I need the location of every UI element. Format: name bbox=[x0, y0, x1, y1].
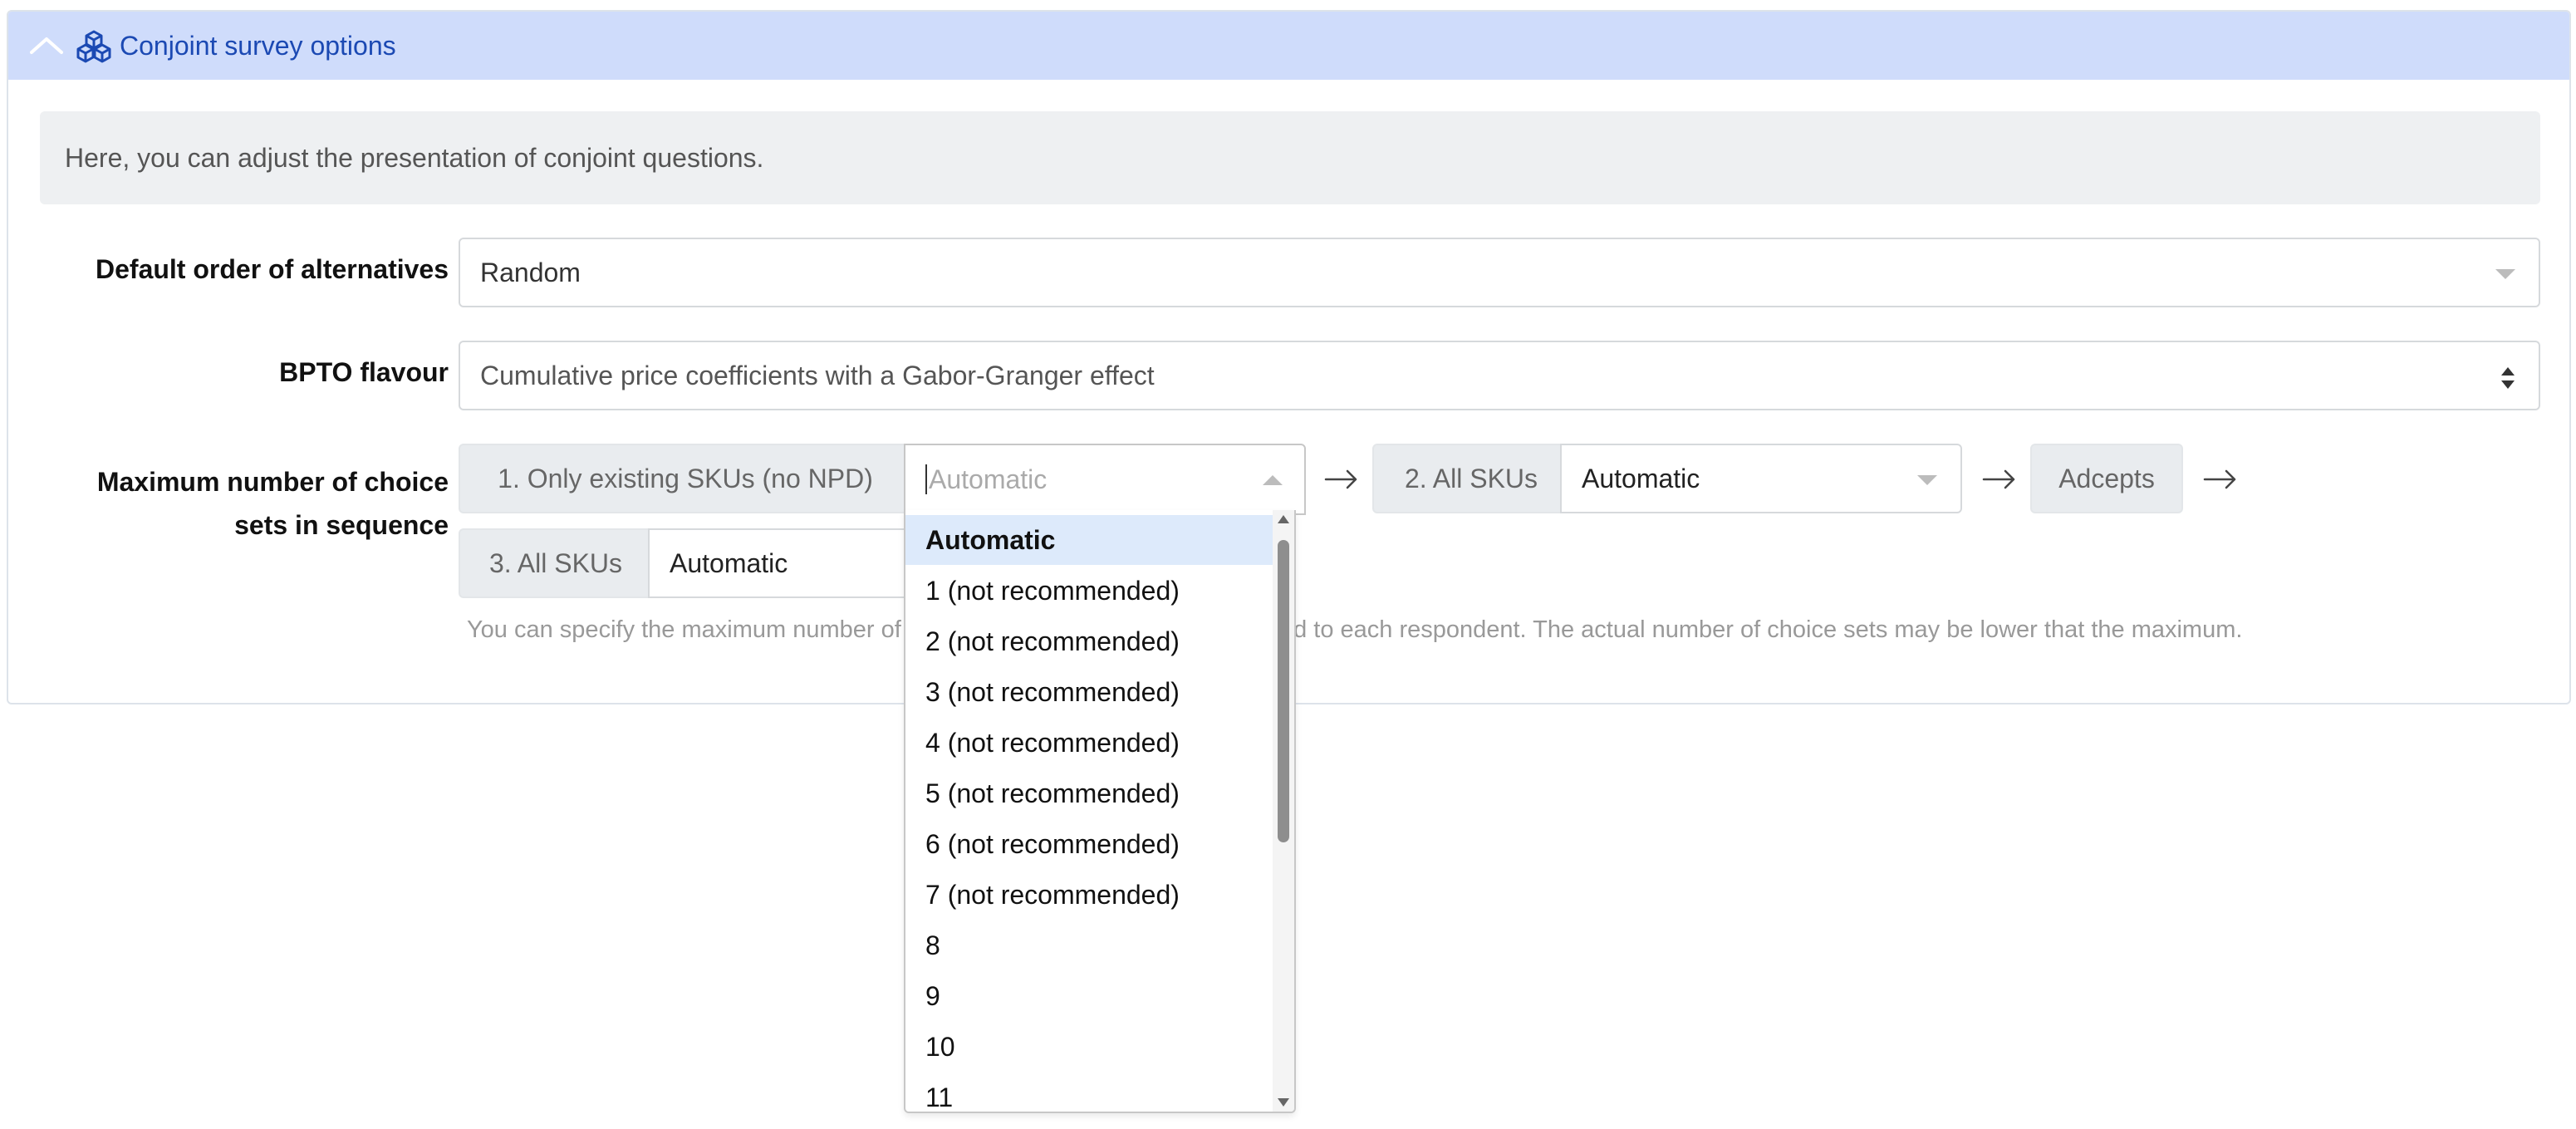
dropdown-option[interactable]: 9 bbox=[905, 971, 1274, 1021]
panel-header[interactable]: Conjoint survey options bbox=[8, 12, 2569, 80]
step1-addon: 1. Only existing SKUs (no NPD) bbox=[459, 444, 912, 513]
arrow-right-icon bbox=[1324, 469, 1357, 489]
step2-addon-label: 2. All SKUs bbox=[1404, 463, 1538, 493]
step1-addon-label: 1. Only existing SKUs (no NPD) bbox=[498, 463, 873, 493]
dropdown-option[interactable]: 3 (not recommended) bbox=[905, 667, 1274, 717]
step3-select-value: Automatic bbox=[670, 547, 788, 578]
scroll-down-icon[interactable] bbox=[1278, 1098, 1289, 1107]
arrow-right-icon bbox=[2203, 469, 2236, 489]
info-box: Here, you can adjust the presentation of… bbox=[40, 111, 2540, 204]
accepts-addon-label: Adcepts bbox=[2058, 463, 2155, 493]
dropdown-option[interactable]: 8 bbox=[905, 920, 1274, 970]
arrow-right-icon bbox=[1982, 469, 2015, 489]
chevron-up-icon[interactable] bbox=[27, 32, 66, 57]
step3-addon: 3. All SKUs bbox=[459, 528, 653, 598]
help-text: You can specify the maximum number of ch… bbox=[467, 616, 2243, 643]
max-sets-label: Maximum number of choice sets in sequenc… bbox=[17, 460, 449, 547]
bpto-select[interactable]: Cumulative price coefficients with a Gab… bbox=[459, 341, 2540, 410]
panel-title[interactable]: Conjoint survey options bbox=[120, 12, 396, 80]
sort-updown-icon bbox=[2501, 367, 2515, 389]
scroll-up-icon[interactable] bbox=[1278, 515, 1289, 523]
step1-select[interactable]: Automatic bbox=[904, 444, 1306, 515]
step1-dropdown-list[interactable]: Automatic 1 (not recommended) 2 (not rec… bbox=[904, 510, 1296, 1113]
step2-select-value: Automatic bbox=[1582, 463, 1700, 493]
dropdown-option[interactable]: 10 bbox=[905, 1022, 1274, 1072]
order-select[interactable]: Random bbox=[459, 238, 2540, 307]
text-cursor bbox=[925, 464, 927, 494]
info-text: Here, you can adjust the presentation of… bbox=[65, 143, 764, 173]
dropdown-option[interactable]: 6 (not recommended) bbox=[905, 819, 1274, 869]
step2-addon: 2. All SKUs bbox=[1372, 444, 1570, 513]
max-sets-label-line2: sets in sequence bbox=[234, 510, 449, 540]
bpto-label: BPTO flavour bbox=[279, 357, 449, 387]
dropdown-option[interactable]: 7 (not recommended) bbox=[905, 870, 1274, 920]
order-label: Default order of alternatives bbox=[96, 254, 449, 284]
step2-select[interactable]: Automatic bbox=[1560, 444, 1962, 513]
caret-up-icon bbox=[1263, 475, 1283, 485]
scrollbar-thumb[interactable] bbox=[1278, 540, 1289, 842]
caret-down-icon bbox=[2495, 269, 2515, 279]
order-select-value: Random bbox=[480, 257, 581, 287]
dropdown-option[interactable]: 1 (not recommended) bbox=[905, 566, 1274, 616]
bpto-select-value: Cumulative price coefficients with a Gab… bbox=[480, 360, 1155, 390]
dropdown-option[interactable]: 5 (not recommended) bbox=[905, 768, 1274, 818]
dropdown-option[interactable]: 2 (not recommended) bbox=[905, 616, 1274, 666]
caret-down-icon bbox=[1917, 475, 1937, 485]
step3-addon-label: 3. All SKUs bbox=[488, 547, 623, 578]
max-sets-label-line1: Maximum number of choice bbox=[96, 467, 449, 497]
cubes-icon bbox=[76, 30, 111, 63]
step1-placeholder: Automatic bbox=[929, 464, 1048, 494]
dropdown-option[interactable]: Automatic bbox=[905, 515, 1274, 565]
accepts-addon: Adcepts bbox=[2030, 444, 2183, 513]
dropdown-scrollbar[interactable] bbox=[1273, 510, 1294, 1112]
dropdown-option[interactable]: 4 (not recommended) bbox=[905, 718, 1274, 768]
dropdown-option[interactable]: 11 bbox=[905, 1073, 1274, 1112]
